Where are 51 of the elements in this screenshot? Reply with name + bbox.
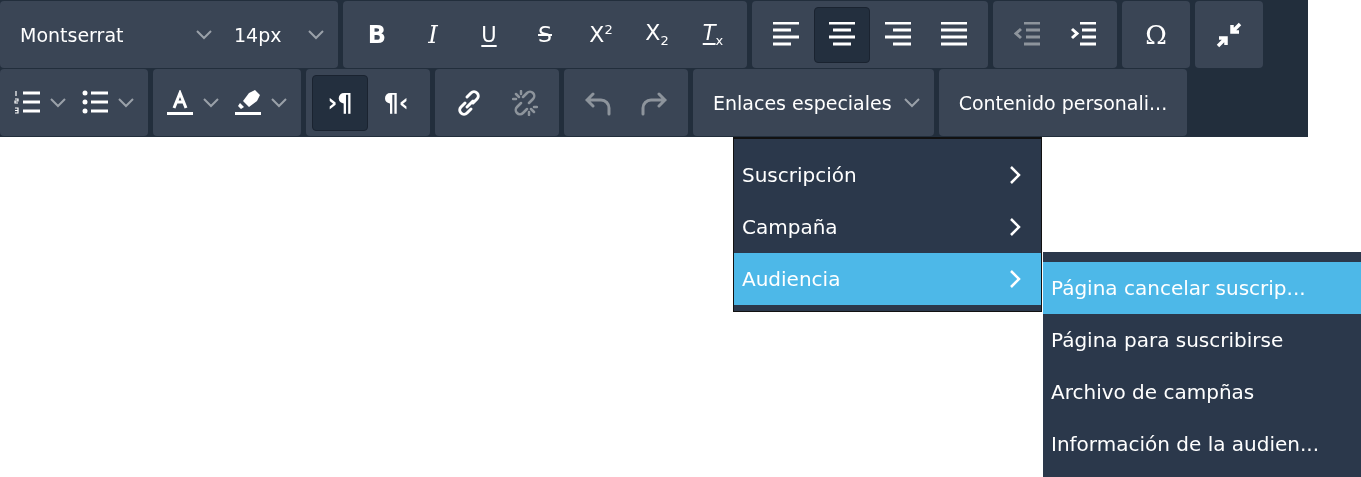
format-button[interactable]: U	[461, 6, 517, 63]
indent-icon	[1070, 21, 1096, 48]
menu-item-label: Suscripción	[742, 163, 857, 187]
numbered-list-icon	[14, 89, 40, 116]
format-button[interactable]: ¶‹	[368, 74, 424, 131]
highlighter-icon	[235, 89, 261, 116]
dropdown-label: 14px	[234, 23, 282, 46]
text-color-icon	[167, 89, 193, 116]
caret-icon	[308, 29, 324, 40]
caret-icon	[50, 97, 66, 108]
caret-icon	[271, 97, 287, 108]
format-button[interactable]: I	[405, 6, 461, 63]
justify-icon	[941, 21, 967, 48]
dropdown-label: Montserrat	[20, 23, 124, 46]
dropdown-button[interactable]: Enlaces especiales	[699, 74, 928, 131]
menu-item-label: Audiencia	[742, 267, 841, 291]
align-center-icon	[829, 21, 855, 48]
format-button[interactable]: ›¶	[312, 74, 368, 131]
menu-item-label: Campaña	[742, 215, 838, 239]
caret-icon	[903, 97, 920, 108]
format-button[interactable]: Ω	[1128, 6, 1184, 63]
dropdown-button[interactable]: 14px	[220, 6, 332, 63]
toolbar-button[interactable]	[814, 6, 870, 63]
format-button[interactable]: B	[349, 6, 405, 63]
menu-item-label: Archivo de campñas	[1051, 380, 1255, 404]
format-button[interactable]: X$_{2}$	[629, 6, 685, 63]
menu-item[interactable]: Suscripción	[734, 149, 1041, 201]
menu-button[interactable]: Contenido personali...	[944, 74, 1182, 131]
menu-item-label: Página para suscribirse	[1051, 328, 1284, 352]
format-button[interactable]: T$_{x}$	[685, 6, 741, 63]
caret-icon	[196, 29, 212, 40]
menu-item-label: Página cancelar suscrip...	[1051, 276, 1306, 300]
caret-icon	[203, 97, 219, 108]
dropdown-button[interactable]: Montserrat	[6, 6, 220, 63]
dropdown-label: Contenido personali...	[958, 91, 1168, 114]
menu-item[interactable]: Archivo de campñas	[1043, 366, 1361, 418]
format-button[interactable]: S	[517, 6, 573, 63]
caret-icon	[118, 97, 134, 108]
align-left-icon	[773, 21, 799, 48]
menu-item-label: Información de la audien...	[1051, 432, 1320, 456]
outdent-icon	[1014, 21, 1040, 48]
dropdown-label: Enlaces especiales	[713, 91, 892, 114]
menu-item[interactable]: Página para suscribirse	[1043, 314, 1361, 366]
menu-item[interactable]: Campaña	[734, 201, 1041, 253]
align-right-icon	[885, 21, 911, 48]
bullet-list-icon	[82, 89, 108, 116]
format-button[interactable]: X$^{2}$	[573, 6, 629, 63]
menu-item[interactable]: Información de la audien...	[1043, 418, 1361, 470]
link-icon	[456, 89, 482, 116]
collapse-arrows-icon	[1216, 21, 1242, 48]
broken-link-icon	[512, 89, 538, 116]
